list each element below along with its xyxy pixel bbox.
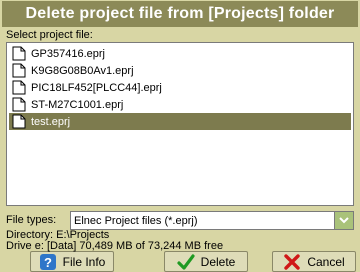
file-name: ST-M27C1001.eprj [31,98,124,111]
cancel-label: Cancel [307,254,345,269]
dialog-title: Delete project file from [Projects] fold… [2,1,358,27]
document-icon [12,46,26,61]
project-file-list[interactable]: GP357416.eprj K9G8G08B0Av1.eprj PIC18LF4… [6,42,354,206]
file-types-select[interactable]: Elnec Project files (*.eprj) [70,211,354,230]
chevron-down-icon[interactable] [334,212,353,229]
document-icon [12,97,26,112]
file-list-item-selected[interactable]: test.eprj [9,113,351,130]
cancel-button[interactable]: Cancel [272,251,356,272]
file-name: PIC18LF452[PLCC44].eprj [31,81,162,94]
file-info-button[interactable]: ? File Info [30,251,114,272]
file-name: GP357416.eprj [31,47,105,60]
checkmark-icon [177,253,195,270]
file-list-item[interactable]: GP357416.eprj [9,45,351,62]
file-list-item[interactable]: ST-M27C1001.eprj [9,96,351,113]
x-icon [284,253,301,270]
file-info-label: File Info [62,254,106,269]
file-types-value: Elnec Project files (*.eprj) [74,214,198,227]
document-icon [12,80,26,95]
document-icon [12,63,26,78]
drive-info: Drive e: [Data] 70,489 MB of 73,244 MB f… [6,240,224,252]
file-list-item[interactable]: K9G8G08B0Av1.eprj [9,62,351,79]
delete-button[interactable]: Delete [164,251,248,272]
file-name: test.eprj [31,115,71,128]
svg-text:?: ? [44,255,52,270]
delete-label: Delete [200,254,236,269]
file-list-item[interactable]: PIC18LF452[PLCC44].eprj [9,79,351,96]
file-name: K9G8G08B0Av1.eprj [31,64,134,77]
file-types-label: File types: [6,214,57,226]
select-file-label: Select project file: [6,29,93,41]
document-icon [12,114,26,129]
help-icon: ? [39,253,56,270]
